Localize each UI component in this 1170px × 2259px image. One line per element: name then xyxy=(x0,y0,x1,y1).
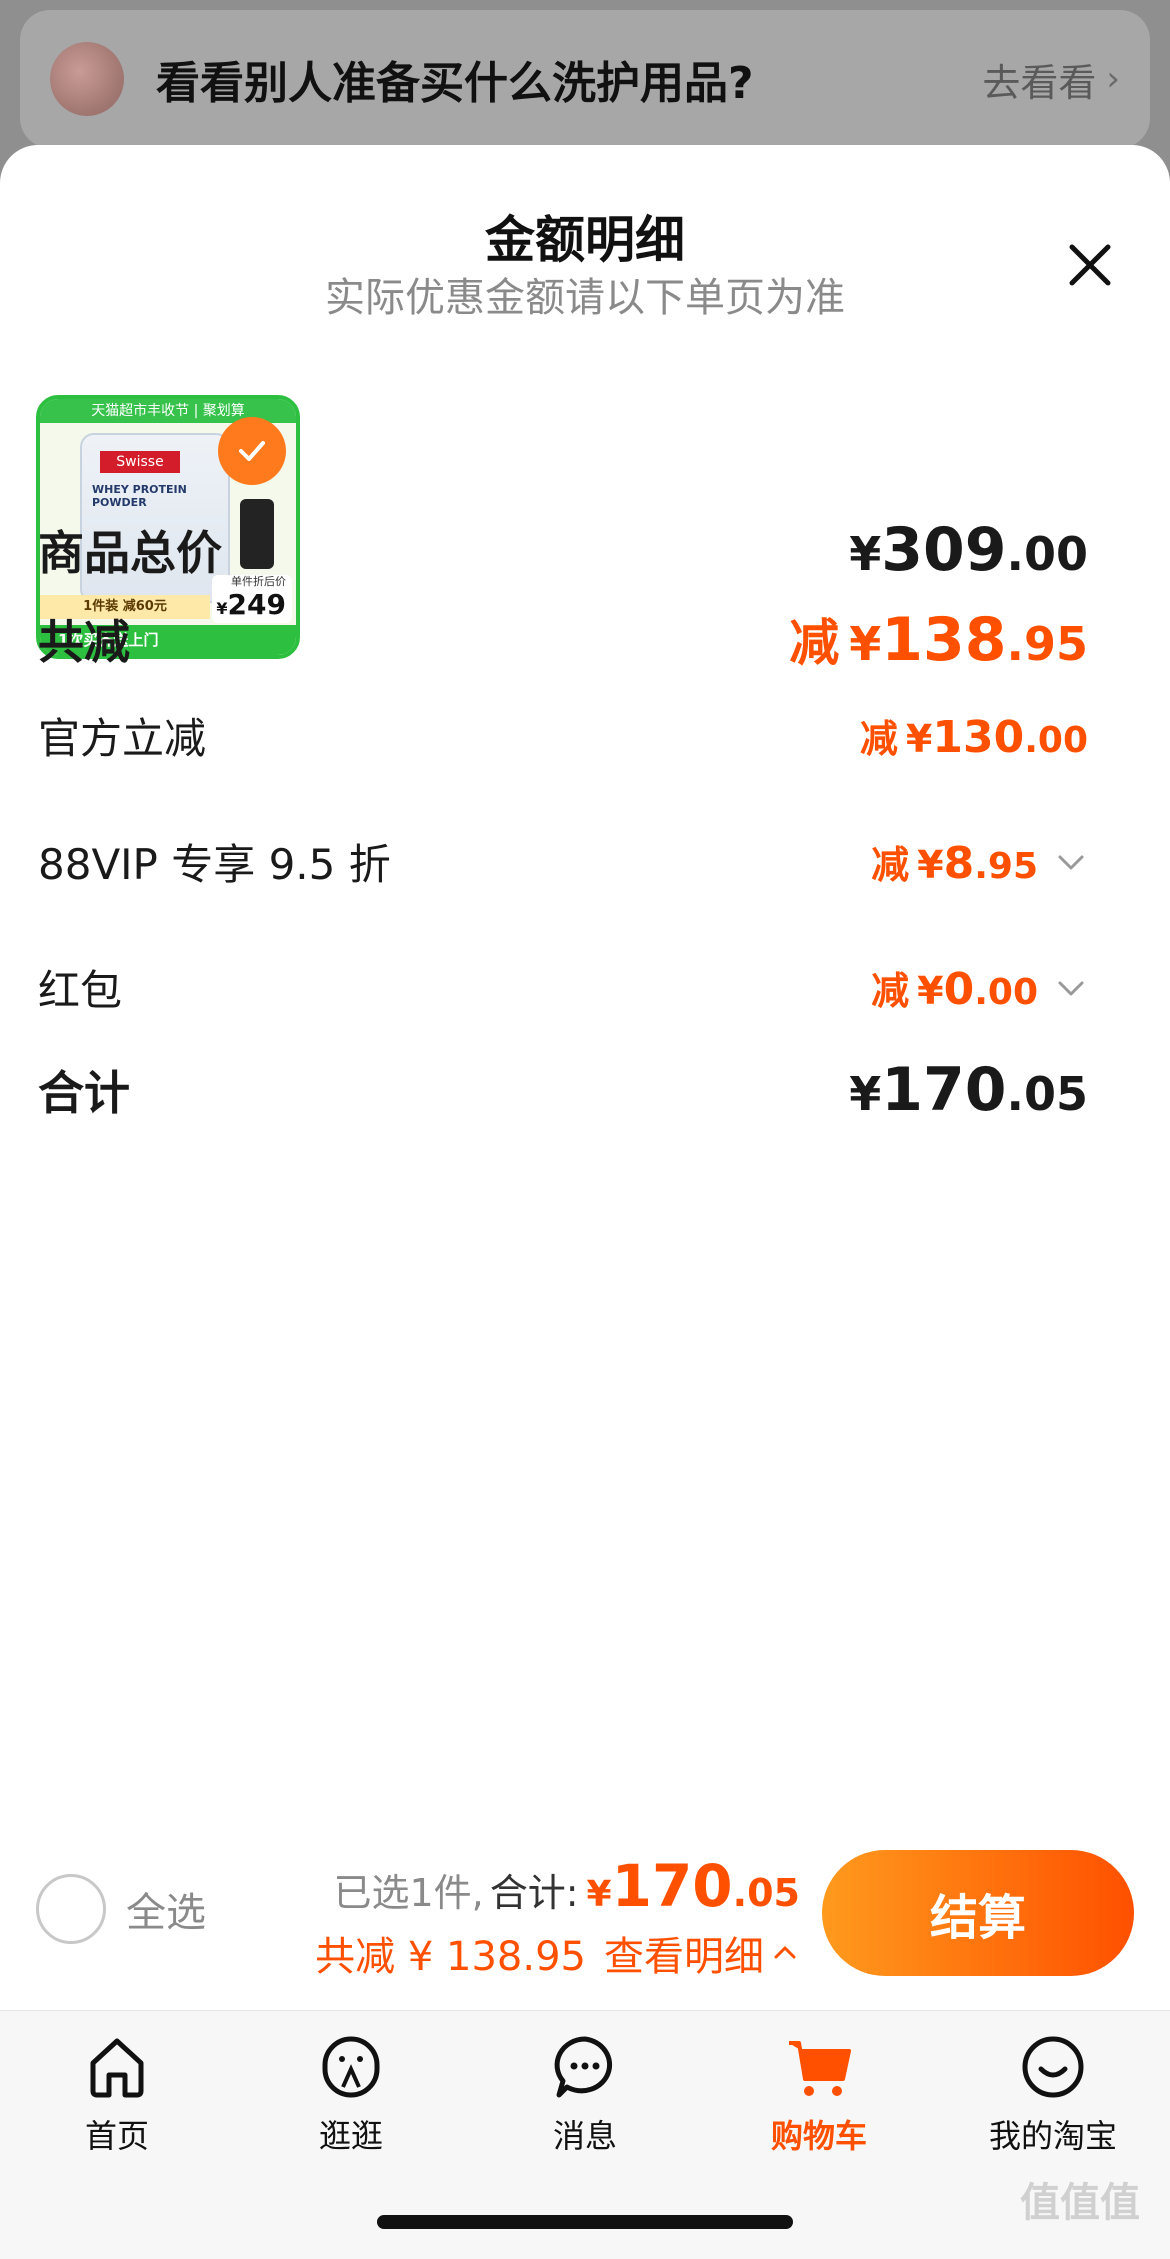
official-discount-row: 官方立减 减 ¥130.00 xyxy=(38,705,1088,766)
home-icon xyxy=(90,2038,144,2098)
home-indicator xyxy=(377,2215,793,2229)
tab-home-label: 首页 xyxy=(84,2117,149,2155)
cart-icon xyxy=(789,2041,851,2096)
tab-cart-label: 购物车 xyxy=(770,2117,867,2155)
product-name: WHEY PROTEIN POWDER xyxy=(92,483,187,509)
grand-total-row: 合计 ¥170.05 xyxy=(38,1055,1088,1125)
sheet-title: 金额明细 xyxy=(485,211,685,269)
goods-total-label: 商品总价 xyxy=(38,526,222,580)
recommendation-banner[interactable]: 看看别人准备买什么洗护用品? 去看看 › xyxy=(20,10,1150,148)
selected-check-icon[interactable] xyxy=(218,417,286,485)
red-packet-value: 减 ¥0.00 xyxy=(871,960,1088,1015)
selected-count: 已选1件, xyxy=(333,1871,484,1915)
total-label: 合计: xyxy=(489,1871,579,1915)
chevron-down-icon[interactable] xyxy=(1054,971,1088,1005)
view-details-label: 查看明细 xyxy=(604,1934,764,1980)
tab-cart[interactable]: 购物车 xyxy=(702,2029,936,2157)
select-all-radio[interactable] xyxy=(36,1874,106,1944)
tab-my-taobao[interactable]: 我的淘宝 xyxy=(936,2029,1170,2157)
discover-icon xyxy=(322,2036,380,2098)
total-discount-label: 共减 xyxy=(38,615,130,669)
chevron-up-icon xyxy=(774,1946,796,1959)
view-details-link[interactable]: 查看明细 xyxy=(604,1924,800,1982)
close-icon[interactable] xyxy=(1060,235,1120,295)
goods-total-row: 商品总价 ¥309.00 xyxy=(38,515,1088,585)
total-integer: 170 xyxy=(611,1852,733,1920)
total-decimal: .05 xyxy=(732,1871,800,1915)
select-all-toggle[interactable]: 全选 xyxy=(36,1874,206,1944)
sheet-subtitle: 实际优惠金额请以下单页为准 xyxy=(325,275,845,321)
goods-total-value: ¥309.00 xyxy=(849,515,1088,585)
banner-avatar xyxy=(50,42,124,116)
grand-total-value: ¥170.05 xyxy=(849,1055,1088,1125)
vip-discount-label: 88VIP 专享 9.5 折 xyxy=(38,840,391,889)
discount-summary: 共减 ¥ 138.95 xyxy=(315,1934,586,1980)
vip-discount-row[interactable]: 88VIP 专享 9.5 折 减 ¥8.95 xyxy=(38,831,1088,892)
chevron-right-icon: › xyxy=(1106,59,1120,99)
profile-icon xyxy=(1022,2036,1084,2098)
total-summary: 已选1件, 合计: ¥ 170 .05 共减 ¥ 138.95 查看明细 xyxy=(315,1852,800,1982)
tab-discover[interactable]: 逛逛 xyxy=(234,2029,468,2157)
tab-my-taobao-label: 我的淘宝 xyxy=(988,2117,1117,2155)
tab-messages[interactable]: 消息 xyxy=(468,2029,702,2157)
total-discount-row: 共减 减 ¥138.95 xyxy=(38,603,1088,675)
select-all-label: 全选 xyxy=(126,1890,206,1936)
chevron-down-icon[interactable] xyxy=(1054,845,1088,879)
banner-text: 看看别人准备买什么洗护用品? xyxy=(156,58,754,109)
red-packet-label: 红包 xyxy=(38,966,123,1015)
total-currency: ¥ xyxy=(586,1874,612,1915)
watermark: 值值值 xyxy=(1020,2180,1140,2226)
checkout-bar: 全选 已选1件, 合计: ¥ 170 .05 共减 ¥ 138.95 查看明细 … xyxy=(0,1840,1170,2010)
total-discount-value: 减 ¥138.95 xyxy=(789,605,1088,675)
banner-go-link[interactable]: 去看看 › xyxy=(982,52,1120,107)
product-brand: Swisse xyxy=(100,451,180,473)
official-discount-label: 官方立减 xyxy=(38,714,207,763)
tab-discover-label: 逛逛 xyxy=(318,2117,383,2155)
grand-total-label: 合计 xyxy=(38,1066,130,1120)
checkout-button[interactable]: 结算 xyxy=(822,1850,1134,1976)
tab-messages-label: 消息 xyxy=(552,2117,617,2155)
banner-link-label: 去看看 xyxy=(982,60,1097,105)
tab-home[interactable]: 首页 xyxy=(0,2029,234,2157)
vip-discount-value: 减 ¥8.95 xyxy=(871,834,1088,889)
official-discount-value: 减 ¥130.00 xyxy=(859,712,1088,763)
message-icon xyxy=(554,2036,613,2098)
red-packet-row[interactable]: 红包 减 ¥0.00 xyxy=(38,957,1088,1018)
